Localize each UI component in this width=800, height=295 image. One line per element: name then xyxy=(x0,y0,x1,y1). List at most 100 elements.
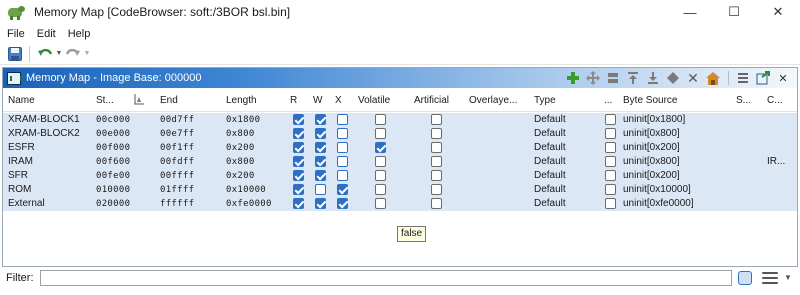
volatile-checkbox[interactable] xyxy=(375,114,386,125)
panel-toolbar: ✕ ✕ xyxy=(563,69,793,87)
menu-edit[interactable]: Edit xyxy=(37,28,56,40)
cell-length: 0x200 xyxy=(226,171,255,181)
artificial-checkbox[interactable] xyxy=(431,156,442,167)
undo-icon[interactable] xyxy=(35,45,55,63)
write-checkbox[interactable] xyxy=(315,198,326,209)
column-header-type[interactable]: Type xyxy=(534,95,556,106)
sort-ascending-icon[interactable] xyxy=(133,93,145,108)
read-checkbox[interactable] xyxy=(293,114,304,125)
artificial-checkbox[interactable] xyxy=(431,184,442,195)
save-icon[interactable] xyxy=(6,45,24,63)
artificial-checkbox[interactable] xyxy=(431,170,442,181)
volatile-checkbox[interactable] xyxy=(375,128,386,139)
execute-checkbox[interactable] xyxy=(337,184,348,195)
filter-dropdown-icon[interactable]: ▼ xyxy=(784,273,792,282)
cell-byte-source: uninit[0x1800] xyxy=(623,114,686,125)
expand-down-icon[interactable] xyxy=(643,69,663,87)
column-header-length[interactable]: Length xyxy=(226,95,257,106)
artificial-checkbox[interactable] xyxy=(431,114,442,125)
initialized-checkbox[interactable] xyxy=(605,184,616,195)
initialized-checkbox[interactable] xyxy=(605,170,616,181)
split-block-icon[interactable] xyxy=(603,69,623,87)
execute-checkbox[interactable] xyxy=(337,114,348,125)
column-header-end[interactable]: End xyxy=(160,95,178,106)
minimize-button[interactable]: — xyxy=(668,0,712,24)
read-checkbox[interactable] xyxy=(293,142,304,153)
volatile-checkbox[interactable] xyxy=(375,142,386,153)
volatile-checkbox[interactable] xyxy=(375,198,386,209)
filter-settings-icon[interactable] xyxy=(762,270,778,286)
table-row[interactable]: IRAM 00f600 00fdff 0x800 Default uninit[… xyxy=(3,155,797,169)
column-header-overlayed[interactable]: Overlaye... xyxy=(469,95,517,106)
write-checkbox[interactable] xyxy=(315,156,326,167)
column-header-byte-source[interactable]: Byte Source xyxy=(623,95,677,106)
column-header-source[interactable]: S... xyxy=(736,95,751,106)
initialized-checkbox[interactable] xyxy=(605,128,616,139)
table-row[interactable]: XRAM-BLOCK2 00e000 00e7ff 0x800 Default … xyxy=(3,127,797,141)
write-checkbox[interactable] xyxy=(315,170,326,181)
expand-up-icon[interactable] xyxy=(623,69,643,87)
column-header-volatile[interactable]: Volatile xyxy=(358,95,390,106)
column-header-execute[interactable]: X xyxy=(335,95,342,106)
initialized-checkbox[interactable] xyxy=(605,114,616,125)
column-header-artificial[interactable]: Artificial xyxy=(414,95,449,106)
column-header-name[interactable]: Name xyxy=(8,95,35,106)
initialized-checkbox[interactable] xyxy=(605,142,616,153)
add-block-icon[interactable] xyxy=(563,69,583,87)
table-row[interactable]: ESFR 00f000 00f1ff 0x200 Default uninit[… xyxy=(3,141,797,155)
snapshot-icon[interactable] xyxy=(753,69,773,87)
table-row[interactable]: SFR 00fe00 00ffff 0x200 Default uninit[0… xyxy=(3,169,797,183)
write-checkbox[interactable] xyxy=(315,114,326,125)
column-header-initialized[interactable]: ... xyxy=(604,95,612,106)
volatile-checkbox[interactable] xyxy=(375,156,386,167)
column-header-read[interactable]: R xyxy=(290,95,297,106)
redo-icon[interactable] xyxy=(63,45,83,63)
delete-block-icon[interactable]: ✕ xyxy=(683,69,703,87)
undo-dropdown-icon[interactable]: ▼ xyxy=(55,45,63,63)
volatile-checkbox[interactable] xyxy=(375,170,386,181)
write-checkbox[interactable] xyxy=(315,184,326,195)
read-checkbox[interactable] xyxy=(293,128,304,139)
set-image-base-icon[interactable] xyxy=(703,69,723,87)
execute-checkbox[interactable] xyxy=(337,198,348,209)
column-header-write[interactable]: W xyxy=(313,95,322,106)
table-row[interactable]: XRAM-BLOCK1 00c000 00d7ff 0x1800 Default… xyxy=(3,113,797,127)
read-checkbox[interactable] xyxy=(293,156,304,167)
cell-start: 00e000 xyxy=(96,129,131,139)
move-block-icon[interactable] xyxy=(583,69,603,87)
volatile-checkbox[interactable] xyxy=(375,184,386,195)
filter-input[interactable] xyxy=(40,270,732,286)
cell-length: 0x800 xyxy=(226,129,255,139)
cell-name: ROM xyxy=(8,184,32,195)
initialized-checkbox[interactable] xyxy=(605,156,616,167)
close-button[interactable]: ✕ xyxy=(756,0,800,24)
cell-length: 0xfe0000 xyxy=(226,199,272,209)
panel-header: Memory Map - Image Base: 000000 ✕ ✕ xyxy=(3,68,797,88)
column-chooser-icon[interactable] xyxy=(733,69,753,87)
artificial-checkbox[interactable] xyxy=(431,198,442,209)
table-row[interactable]: ROM 010000 01ffff 0x10000 Default uninit… xyxy=(3,183,797,197)
maximize-button[interactable]: ☐ xyxy=(712,0,756,24)
artificial-checkbox[interactable] xyxy=(431,128,442,139)
execute-checkbox[interactable] xyxy=(337,156,348,167)
column-header-comment[interactable]: C... xyxy=(767,95,783,106)
read-checkbox[interactable] xyxy=(293,170,304,181)
execute-checkbox[interactable] xyxy=(337,170,348,181)
execute-checkbox[interactable] xyxy=(337,142,348,153)
merge-blocks-icon[interactable] xyxy=(663,69,683,87)
panel-title: Memory Map - Image Base: 000000 xyxy=(26,72,202,84)
redo-dropdown-icon[interactable]: ▼ xyxy=(83,45,91,63)
initialized-checkbox[interactable] xyxy=(605,198,616,209)
read-checkbox[interactable] xyxy=(293,198,304,209)
execute-checkbox[interactable] xyxy=(337,128,348,139)
read-checkbox[interactable] xyxy=(293,184,304,195)
column-header-start[interactable]: St... xyxy=(96,95,114,106)
menu-help[interactable]: Help xyxy=(68,28,91,40)
artificial-checkbox[interactable] xyxy=(431,142,442,153)
write-checkbox[interactable] xyxy=(315,128,326,139)
filter-options-icon[interactable] xyxy=(738,271,752,285)
panel-close-icon[interactable]: ✕ xyxy=(773,69,793,87)
table-row[interactable]: External 020000 ffffff 0xfe0000 Default … xyxy=(3,197,797,211)
write-checkbox[interactable] xyxy=(315,142,326,153)
menu-file[interactable]: File xyxy=(7,28,25,40)
